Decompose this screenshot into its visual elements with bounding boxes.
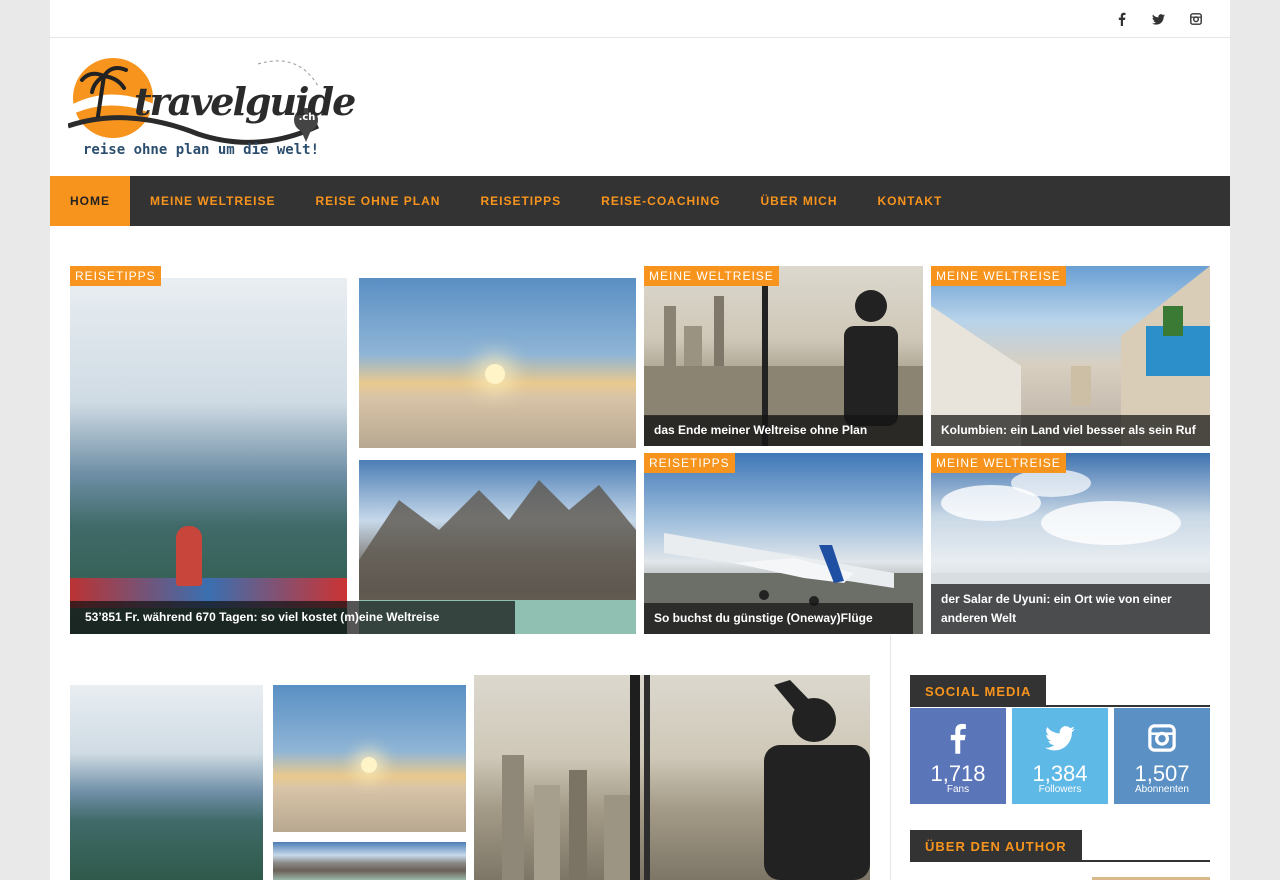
logo-tagline: reise ohne plan um die welt!	[83, 142, 320, 158]
post-category-tag[interactable]: MEINE WELTREISE	[931, 453, 1066, 473]
main-navigation: HOME MEINE WELTREISE REISE OHNE PLAN REI…	[50, 176, 1230, 226]
top-bar	[50, 0, 1230, 38]
instagram-label: Abonnenten	[1135, 784, 1189, 795]
post-image-beach	[359, 278, 636, 448]
sidebar-divider	[890, 635, 891, 880]
post-title[interactable]: So buchst du günstige (Oneway)Flüge	[644, 603, 913, 634]
facebook-icon[interactable]	[1113, 11, 1130, 27]
top-social-links	[1113, 11, 1204, 27]
social-media-widget-title: SOCIAL MEDIA	[910, 675, 1047, 707]
featured-post-5[interactable]: MEINE WELTREISE der Salar de Uyuni: ein …	[931, 453, 1210, 634]
post-title[interactable]: Kolumbien: ein Land viel besser als sein…	[931, 415, 1210, 446]
nav-item-meine-weltreise[interactable]: MEINE WELTREISE	[130, 176, 295, 226]
featured-post-3[interactable]: MEINE WELTREISE Kolumbien: ein Land viel…	[931, 266, 1210, 446]
post-category-tag[interactable]: MEINE WELTREISE	[931, 266, 1066, 286]
post-category-tag[interactable]: REISETIPPS	[70, 266, 161, 286]
nav-item-kontakt[interactable]: KONTAKT	[858, 176, 963, 226]
post-category-tag[interactable]: REISETIPPS	[644, 453, 735, 473]
about-author-widget-title: ÜBER DEN AUTHOR	[910, 830, 1082, 862]
featured-post-2[interactable]: MEINE WELTREISE das Ende meiner Weltreis…	[644, 266, 923, 446]
site-logo[interactable]: travelguide .ch reise ohne plan um die w…	[67, 56, 356, 162]
article-image-beach[interactable]	[273, 685, 466, 832]
page-container: travelguide .ch reise ohne plan um die w…	[50, 0, 1230, 880]
featured-post-1[interactable]: REISETIPPS 53’851 Fr. während 670 Tagen:…	[70, 266, 636, 634]
facebook-label: Fans	[946, 784, 970, 795]
article-image-mountains[interactable]	[273, 842, 466, 880]
facebook-icon	[910, 720, 1006, 756]
twitter-label: Followers	[1038, 784, 1082, 795]
twitter-stat-box[interactable]: 1,384 Followers	[1012, 708, 1108, 804]
nav-item-reise-coaching[interactable]: REISE-COACHING	[581, 176, 740, 226]
article-image-lake[interactable]	[70, 685, 263, 880]
nav-item-reisetipps[interactable]: REISETIPPS	[460, 176, 581, 226]
post-title[interactable]: 53’851 Fr. während 670 Tagen: so viel ko…	[70, 601, 515, 634]
post-title[interactable]: das Ende meiner Weltreise ohne Plan	[644, 415, 923, 446]
twitter-icon	[1012, 720, 1108, 756]
twitter-icon[interactable]	[1150, 11, 1167, 27]
nav-item-ueber-mich[interactable]: ÜBER MICH	[741, 176, 858, 226]
instagram-stat-box[interactable]: 1,507 Abonnenten	[1114, 708, 1210, 804]
nav-item-home[interactable]: HOME	[50, 176, 130, 226]
logo-wordmark: travelguide	[134, 79, 356, 124]
instagram-icon	[1114, 720, 1210, 756]
post-image-lake	[70, 278, 347, 634]
post-title[interactable]: der Salar de Uyuni: ein Ort wie von eine…	[931, 584, 1210, 634]
featured-post-4[interactable]: REISETIPPS So buchst du günstige (Oneway…	[644, 453, 923, 634]
logo-suffix: .ch	[298, 112, 316, 123]
nav-item-reise-ohne-plan[interactable]: REISE OHNE PLAN	[295, 176, 460, 226]
post-category-tag[interactable]: MEINE WELTREISE	[644, 266, 779, 286]
facebook-stat-box[interactable]: 1,718 Fans	[910, 708, 1006, 804]
instagram-icon[interactable]	[1187, 11, 1204, 27]
article-image-city[interactable]	[474, 675, 870, 880]
